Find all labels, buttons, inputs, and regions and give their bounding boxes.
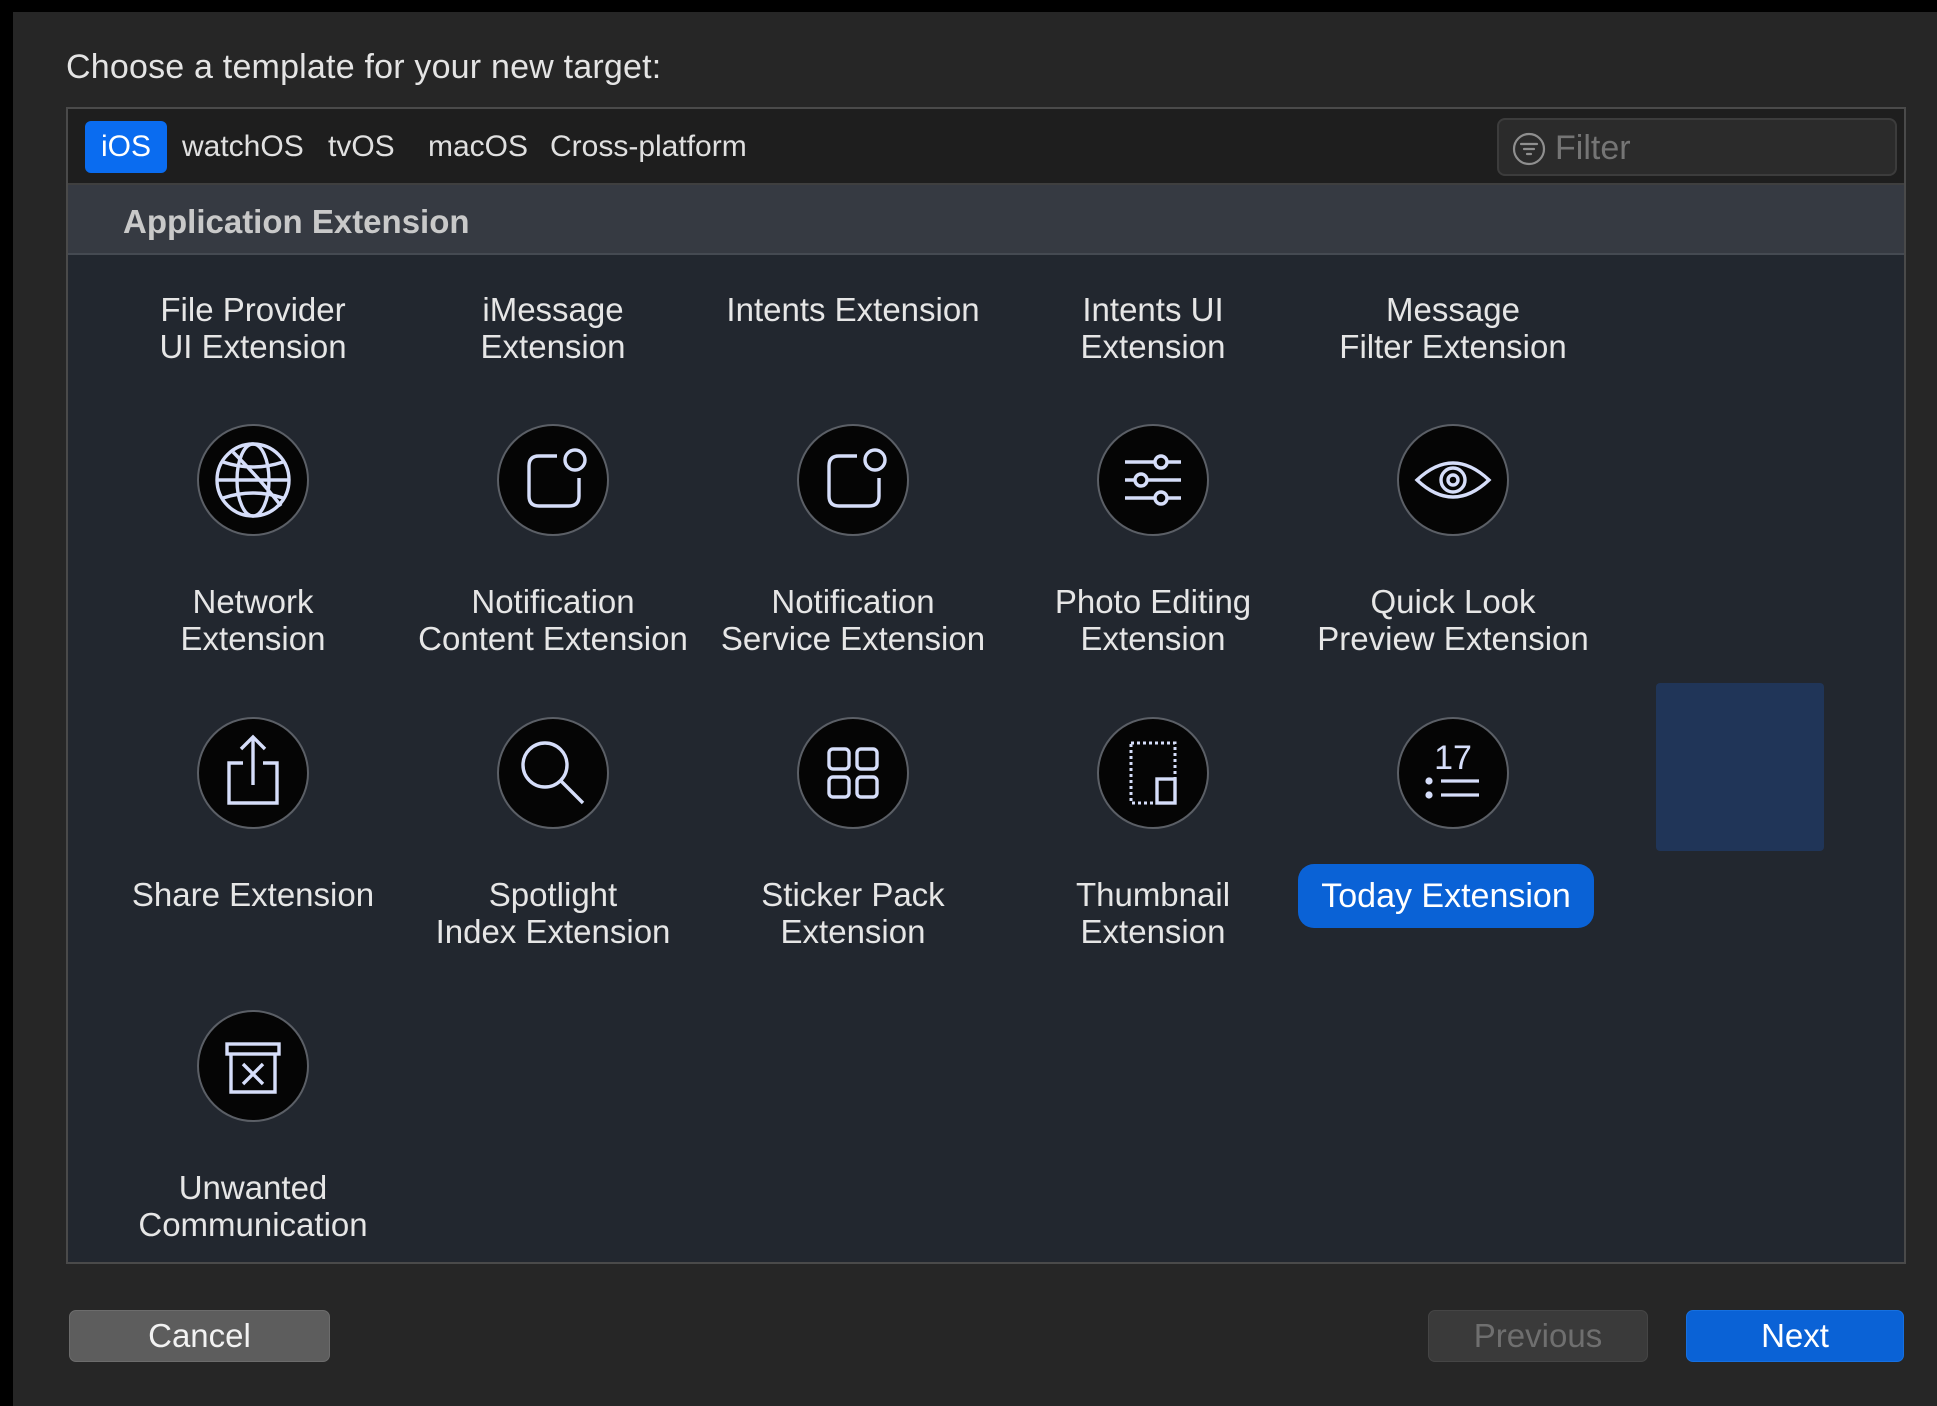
tab-tvos[interactable]: tvOS — [312, 121, 411, 173]
template-label-line2: Preview Extension — [1317, 620, 1589, 657]
cancel-button[interactable]: Cancel — [69, 1310, 330, 1362]
globe-icon — [197, 424, 309, 536]
new-target-sheet: Choose a template for your new target: i… — [13, 12, 1937, 1406]
notification-badge-icon — [497, 424, 609, 536]
filter-input[interactable] — [1555, 126, 1885, 170]
sliders-icon — [1097, 424, 1209, 536]
calendar-date-text: 17 — [1434, 739, 1472, 777]
prompt-title: Choose a template for your new target: — [66, 48, 662, 86]
eye-icon — [1397, 424, 1509, 536]
section-header: Application Extension — [68, 185, 1904, 255]
share-icon — [197, 717, 309, 829]
tab-cross-platform[interactable]: Cross-platform — [534, 121, 763, 173]
magnifier-icon — [497, 717, 609, 829]
thumbnail-icon — [1097, 717, 1209, 829]
next-button[interactable]: Next — [1686, 1310, 1904, 1362]
junk-box-icon — [197, 1010, 309, 1122]
notification-badge-icon — [797, 424, 909, 536]
selected-template-label: Today Extension — [1298, 864, 1594, 928]
template-browser: iOS watchOS tvOS macOS Cross-platform Ap… — [66, 107, 1906, 1264]
filter-icon — [1512, 132, 1546, 166]
filter-field[interactable] — [1497, 118, 1897, 176]
tab-ios[interactable]: iOS — [85, 121, 168, 173]
grid-icon — [797, 717, 909, 829]
platform-tab-bar: iOS watchOS tvOS macOS Cross-platform — [68, 109, 1904, 185]
template-label-line2: Extension — [1080, 913, 1226, 950]
section-title: Application Extension — [123, 203, 470, 240]
calendar-list-icon: 17 — [1397, 717, 1509, 829]
template-label-line2: Filter Extension — [1339, 328, 1567, 365]
selection-highlight — [1656, 683, 1824, 851]
template-label-line2: Communication — [138, 1206, 368, 1243]
previous-button[interactable]: Previous — [1428, 1310, 1648, 1362]
tab-macos[interactable]: macOS — [412, 121, 544, 173]
tab-watchos[interactable]: watchOS — [166, 121, 320, 173]
